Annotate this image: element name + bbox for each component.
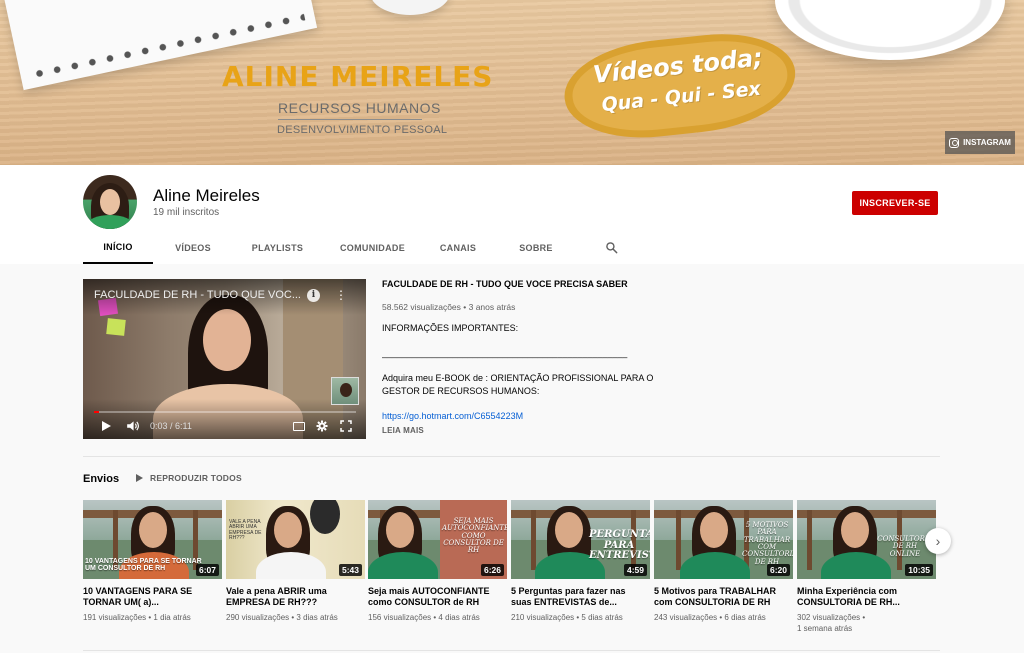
- instagram-icon: [949, 137, 960, 148]
- channel-name: Aline Meireles: [153, 186, 260, 205]
- settings-gear-icon[interactable]: [316, 420, 328, 432]
- section-divider: [83, 650, 940, 651]
- video-title[interactable]: Minha Experiência com CONSULTORIA DE RH.…: [797, 586, 931, 608]
- video-meta: 243 visualizações • 6 dias atrás: [654, 613, 766, 622]
- thumbnail-text: SEJA MAIS AUTOCONFIANTE COMO CONSULTOR D…: [442, 517, 507, 555]
- player-title[interactable]: FACULDADE DE RH - TUDO QUE VOC...: [94, 289, 304, 301]
- tab-canais[interactable]: CANAIS: [423, 231, 493, 264]
- more-options-icon[interactable]: ⋮: [335, 288, 347, 302]
- instagram-link[interactable]: INSTAGRAM: [945, 131, 1015, 154]
- tab-playlists[interactable]: PLAYLISTS: [233, 231, 322, 264]
- video-card[interactable]: 5 MOTIVOS PARA TRABALHAR COM CONSULTORIA…: [654, 500, 793, 623]
- video-title[interactable]: Vale a pena ABRIR uma EMPRESA DE RH???: [226, 586, 360, 608]
- captions-icon[interactable]: [293, 422, 305, 431]
- desc-line-3: Adquira meu E-BOOK de : ORIENTAÇÃO PROFI…: [382, 373, 654, 396]
- video-thumbnail[interactable]: 10 VANTAGENS PARA SE TORNAR UM CONSULTOR…: [83, 500, 222, 579]
- video-title[interactable]: 5 Perguntas para fazer nas suas ENTREVIS…: [511, 586, 645, 608]
- desc-link[interactable]: https://go.hotmart.com/C6554223M: [382, 410, 662, 423]
- tab-sobre[interactable]: SOBRE: [493, 231, 579, 264]
- tab-inicio[interactable]: INÍCIO: [83, 231, 153, 264]
- play-icon: [136, 474, 143, 482]
- featured-meta: 58.562 visualizações • 3 anos atrás: [382, 302, 516, 312]
- read-more-link[interactable]: LEIA MAIS: [382, 426, 424, 435]
- video-thumbnail[interactable]: 5 MOTIVOS PARA TRABALHAR COM CONSULTORIA…: [654, 500, 793, 579]
- video-title[interactable]: 10 VANTAGENS PARA SE TORNAR UM( a)...: [83, 586, 217, 608]
- featured-video-player[interactable]: FACULDADE DE RH - TUDO QUE VOC... i ⋮ 0:…: [83, 279, 366, 439]
- tab-comunidade[interactable]: COMUNIDADE: [322, 231, 423, 264]
- info-icon[interactable]: i: [307, 289, 320, 302]
- video-thumbnail[interactable]: SEJA MAIS AUTOCONFIANTE COMO CONSULTOR D…: [368, 500, 507, 579]
- play-icon[interactable]: [102, 421, 111, 431]
- video-duration: 6:26: [480, 564, 504, 576]
- featured-description: INFORMAÇÕES IMPORTANTES: _______________…: [382, 322, 662, 426]
- subscriber-count: 19 mil inscritos: [153, 207, 220, 218]
- desc-line-1: INFORMAÇÕES IMPORTANTES:: [382, 323, 519, 333]
- channel-banner: ALINE MEIRELES RECURSOS HUMANOS DESENVOL…: [0, 0, 1024, 165]
- thumbnail-text: 10 VANTAGENS PARA SE TORNAR UM CONSULTOR…: [85, 558, 202, 573]
- video-card[interactable]: 10 VANTAGENS PARA SE TORNAR UM CONSULTOR…: [83, 500, 222, 623]
- video-title[interactable]: Seja mais AUTOCONFIANTE como CONSULTOR d…: [368, 586, 502, 608]
- banner-subtitle-dev: DESENVOLVIMENTO PESSOAL: [277, 124, 448, 136]
- video-meta: 302 visualizações • 1 semana atrás: [797, 613, 866, 633]
- play-all-button[interactable]: REPRODUZIR TODOS: [136, 473, 242, 483]
- video-title[interactable]: 5 Motivos para TRABALHAR com CONSULTORIA…: [654, 586, 788, 608]
- video-thumbnail[interactable]: VALE A PENA ABRIR UMA EMPRESA DE RH??? 5…: [226, 500, 365, 579]
- channel-watermark[interactable]: [331, 377, 359, 405]
- banner-brand-name: ALINE MEIRELES: [222, 60, 494, 93]
- progress-fill: [94, 411, 100, 413]
- video-card[interactable]: VALE A PENA ABRIR UMA EMPRESA DE RH??? 5…: [226, 500, 365, 623]
- video-duration: 5:43: [338, 564, 362, 576]
- time-readout: 0:03 / 6:11: [150, 421, 192, 431]
- shelf-title[interactable]: Envios: [83, 473, 119, 485]
- video-thumbnail[interactable]: PERGUNTAS PARA ENTREVISTAS 4:59: [511, 500, 650, 579]
- channel-tabs: INÍCIO VÍDEOS PLAYLISTS COMUNIDADE CANAI…: [83, 231, 579, 264]
- video-meta: 290 visualizações • 3 dias atrás: [226, 613, 338, 622]
- search-icon[interactable]: [605, 241, 618, 254]
- video-card[interactable]: CONSULTORIA DE RH ONLINE 10:35 Minha Exp…: [797, 500, 936, 634]
- video-duration: 6:20: [766, 564, 790, 576]
- banner-divider: [278, 119, 422, 120]
- instagram-label: INSTAGRAM: [963, 138, 1011, 147]
- video-meta: 191 visualizações • 1 dia atrás: [83, 613, 191, 622]
- channel-avatar[interactable]: [83, 175, 137, 229]
- video-meta: 210 visualizações • 5 dias atrás: [511, 613, 623, 622]
- featured-title[interactable]: FACULDADE DE RH - TUDO QUE VOCE PRECISA …: [382, 279, 628, 289]
- progress-bar[interactable]: [94, 411, 356, 413]
- video-meta: 156 visualizações • 4 dias atrás: [368, 613, 480, 622]
- fullscreen-icon[interactable]: [340, 420, 352, 432]
- banner-subtitle-hr: RECURSOS HUMANOS: [278, 100, 441, 116]
- video-duration: 6:07: [195, 564, 219, 576]
- video-card[interactable]: SEJA MAIS AUTOCONFIANTE COMO CONSULTOR D…: [368, 500, 507, 623]
- video-thumbnail[interactable]: CONSULTORIA DE RH ONLINE 10:35: [797, 500, 936, 579]
- desc-line-2: ________________________________________…: [382, 348, 628, 358]
- thumbnail-text: VALE A PENA ABRIR UMA EMPRESA DE RH???: [229, 519, 262, 541]
- play-all-label: REPRODUZIR TODOS: [150, 473, 242, 483]
- section-divider: [83, 456, 940, 457]
- video-duration: 10:35: [905, 564, 933, 576]
- volume-icon[interactable]: [126, 420, 140, 432]
- thumbnail-text: PERGUNTAS PARA ENTREVISTAS: [589, 529, 650, 561]
- tab-videos[interactable]: VÍDEOS: [153, 231, 233, 264]
- video-duration: 4:59: [623, 564, 647, 576]
- video-card[interactable]: PERGUNTAS PARA ENTREVISTAS 4:59 5 Pergun…: [511, 500, 650, 623]
- channel-header: Aline Meireles 19 mil inscritos INSCREVE…: [0, 165, 1024, 264]
- chevron-right-icon[interactable]: ›: [925, 528, 951, 554]
- thumbnail-text: 5 MOTIVOS PARA TRABALHAR COM CONSULTORIA…: [742, 521, 793, 566]
- subscribe-button[interactable]: INSCREVER-SE: [852, 191, 938, 215]
